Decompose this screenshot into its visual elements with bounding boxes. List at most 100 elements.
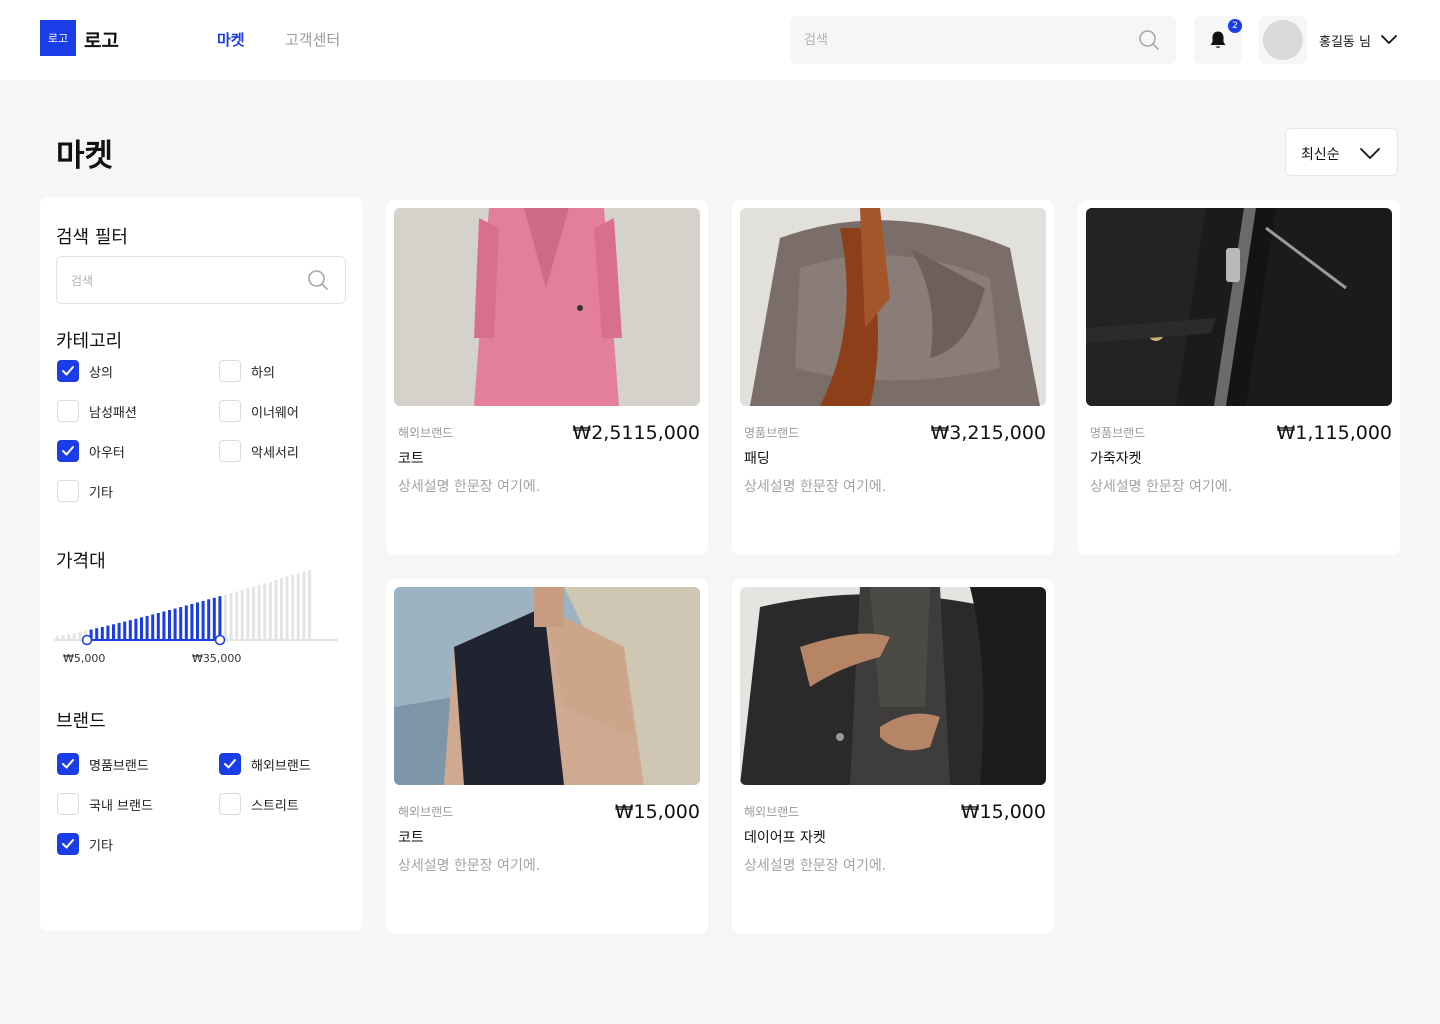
histogram-bar: [296, 573, 300, 640]
histogram-bar: [95, 628, 99, 640]
logo-text[interactable]: 로고: [84, 26, 119, 53]
brand-checkbox[interactable]: 명품브랜드: [57, 753, 149, 775]
top-header: 로고 로고 마켓 고객센터 2 홍길동 님: [0, 0, 1440, 80]
header-search-input[interactable]: [804, 28, 1124, 52]
check-icon: [62, 839, 74, 849]
price-histogram-slider[interactable]: [54, 567, 338, 647]
checkbox[interactable]: [57, 440, 79, 462]
checkbox-label: 악세서리: [251, 445, 299, 461]
histogram-bar: [201, 600, 205, 640]
product-description: 상세설명 한문장 여기에.: [744, 479, 887, 495]
product-card[interactable]: 명품브랜드 ₩3,215,000 패딩 상세설명 한문장 여기에.: [732, 200, 1054, 555]
histogram-bar: [224, 594, 227, 640]
product-price: ₩3,215,000: [930, 422, 1046, 444]
checkbox[interactable]: [57, 400, 79, 422]
histogram-bar: [156, 612, 160, 640]
histogram-bar: [106, 625, 110, 640]
chevron-down-icon: [1360, 148, 1380, 159]
search-icon[interactable]: [1138, 29, 1160, 51]
product-image: [1086, 208, 1392, 406]
product-card[interactable]: 명품브랜드 ₩1,115,000 가죽자켓 상세설명 한문장 여기에.: [1078, 200, 1400, 555]
checkbox-label: 스트리트: [251, 798, 299, 814]
sort-dropdown[interactable]: 최신순: [1285, 128, 1398, 176]
histogram-bar: [207, 599, 211, 640]
histogram-bar: [246, 588, 250, 640]
product-image: [394, 587, 700, 785]
checkbox-label: 아우터: [89, 445, 125, 461]
filter-search-input[interactable]: [71, 269, 301, 293]
brand-checkbox[interactable]: 국내 브랜드: [57, 793, 153, 815]
check-icon: [62, 366, 74, 376]
product-card[interactable]: 해외브랜드 ₩2,5115,000 코트 상세설명 한문장 여기에.: [386, 200, 708, 555]
histogram-bar: [252, 586, 255, 640]
histogram-bar: [128, 620, 132, 640]
checkbox-label: 명품브랜드: [89, 758, 149, 774]
checkbox-label: 기타: [89, 838, 113, 854]
checkbox[interactable]: [219, 753, 241, 775]
histogram-bar: [117, 622, 121, 640]
checkbox[interactable]: [219, 793, 241, 815]
checkbox[interactable]: [219, 400, 241, 422]
page-title: 마켓: [56, 138, 114, 174]
histogram-bar: [151, 614, 155, 640]
price-max-label: ₩35,000: [192, 652, 242, 665]
checkbox[interactable]: [219, 440, 241, 462]
product-brand: 해외브랜드: [744, 805, 800, 819]
chevron-down-icon[interactable]: [1380, 32, 1398, 46]
histogram-bar: [100, 626, 104, 640]
checkbox[interactable]: [57, 753, 79, 775]
checkbox[interactable]: [57, 480, 79, 502]
product-price: ₩2,5115,000: [572, 422, 700, 444]
category-checkbox[interactable]: 남성패션: [57, 400, 137, 422]
category-checkbox[interactable]: 아우터: [57, 440, 125, 462]
category-checkbox[interactable]: 상의: [57, 360, 113, 382]
product-name: 코트: [398, 830, 424, 846]
checkbox-label: 국내 브랜드: [89, 798, 153, 814]
checkbox[interactable]: [57, 833, 79, 855]
checkbox-label: 해외브랜드: [251, 758, 311, 774]
checkbox[interactable]: [57, 360, 79, 382]
histogram-bar: [179, 607, 183, 640]
product-image: [394, 208, 700, 406]
histogram-bar: [212, 597, 216, 640]
product-card[interactable]: 해외브랜드 ₩15,000 코트 상세설명 한문장 여기에.: [386, 579, 708, 934]
check-icon: [62, 759, 74, 769]
nav-customer-center[interactable]: 고객센터: [285, 29, 340, 50]
histogram-bar: [268, 581, 272, 640]
checkbox-label: 상의: [89, 365, 113, 381]
category-checkbox[interactable]: 이너웨어: [219, 400, 299, 422]
category-checkbox[interactable]: 악세서리: [219, 440, 299, 462]
price-min-label: ₩5,000: [63, 652, 106, 665]
checkbox-label: 남성패션: [89, 405, 137, 421]
username[interactable]: 홍길동 님: [1319, 31, 1371, 50]
histogram-bar: [123, 621, 127, 640]
slider-handle-max[interactable]: [214, 634, 226, 646]
filter-title: 검색 필터: [56, 227, 128, 248]
avatar-button[interactable]: [1259, 16, 1307, 64]
search-filter-panel: 검색 필터 카테고리 상의 하의 남성패션 이너웨어 아우터 악세서리 기타 가…: [40, 197, 362, 931]
checkbox-label: 이너웨어: [251, 405, 299, 421]
histogram-bar: [72, 633, 76, 640]
histogram-bar: [190, 603, 194, 640]
brand-checkbox[interactable]: 해외브랜드: [219, 753, 311, 775]
logo-mark[interactable]: 로고: [40, 20, 76, 56]
histogram-bar: [173, 608, 177, 640]
brand-checkbox[interactable]: 기타: [57, 833, 113, 855]
category-checkbox[interactable]: 기타: [57, 480, 113, 502]
nav-market[interactable]: 마켓: [217, 29, 245, 50]
histogram-bar: [162, 611, 166, 640]
slider-handle-min[interactable]: [81, 634, 93, 646]
histogram-bar: [285, 576, 289, 640]
histogram-bar: [263, 583, 267, 640]
search-icon[interactable]: [307, 269, 329, 291]
histogram-bar: [134, 618, 138, 640]
histogram-bar: [280, 578, 283, 640]
brand-checkbox[interactable]: 스트리트: [219, 793, 299, 815]
category-checkbox[interactable]: 하의: [219, 360, 275, 382]
checkbox[interactable]: [219, 360, 241, 382]
product-card[interactable]: 해외브랜드 ₩15,000 데이어프 자켓 상세설명 한문장 여기에.: [732, 579, 1054, 934]
check-icon: [224, 759, 236, 769]
product-brand: 해외브랜드: [398, 805, 454, 819]
notification-button[interactable]: 2: [1194, 16, 1242, 64]
checkbox[interactable]: [57, 793, 79, 815]
